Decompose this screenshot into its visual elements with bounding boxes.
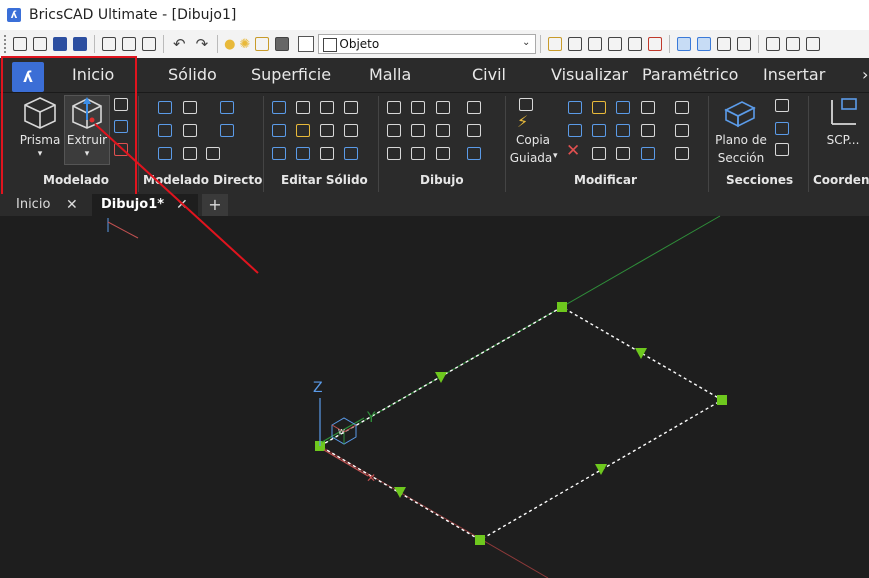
annotation-arrow bbox=[94, 123, 259, 274]
grip-corner-right bbox=[717, 395, 727, 405]
drawing-overlay: Z Y ✕ W bbox=[94, 123, 727, 578]
grip-corner-top bbox=[557, 302, 567, 312]
axis-y-label: Y bbox=[366, 410, 376, 426]
selected-rectangle bbox=[318, 306, 724, 541]
grip-corner-bottom bbox=[475, 535, 485, 545]
axis-z-label: Z bbox=[313, 380, 323, 396]
grip-midpoint-top bbox=[635, 348, 647, 359]
axis-x-marker: ✕ bbox=[366, 471, 376, 485]
ucs-x-axis bbox=[323, 449, 369, 477]
mini-ucs-x-axis bbox=[107, 221, 139, 239]
grip-midpoint-bottom bbox=[394, 487, 406, 498]
svg-text:W: W bbox=[338, 428, 345, 436]
grip-midpoint-right bbox=[595, 464, 607, 475]
grip-midpoint-left bbox=[435, 372, 447, 383]
